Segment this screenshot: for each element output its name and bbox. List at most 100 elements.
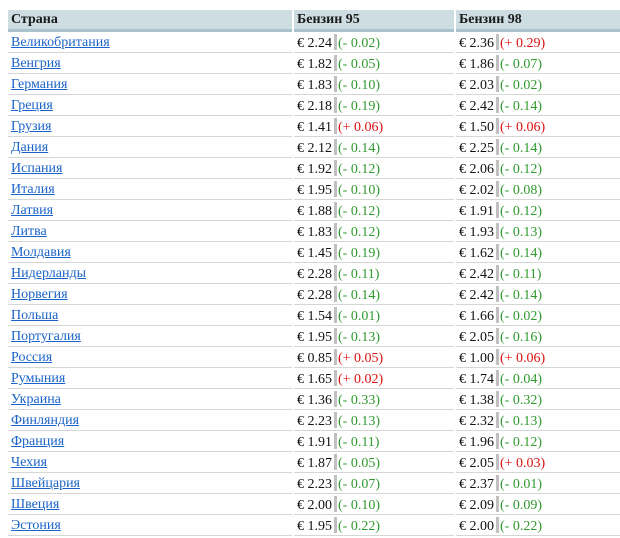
petrol-95-price: € 1.87 — [297, 456, 332, 471]
country-cell: Швейцария — [8, 475, 292, 494]
table-row: Румыния € 1.65 (+ 0.02) € 1.74 (- 0.04) — [8, 370, 620, 389]
country-link[interactable]: Чехия — [11, 455, 47, 470]
petrol-95-cell: € 2.18 (- 0.19) — [294, 97, 454, 116]
petrol-98-price: € 1.91 — [459, 204, 494, 219]
country-link[interactable]: Грузия — [11, 119, 52, 134]
country-link[interactable]: Нидерланды — [11, 266, 86, 281]
country-link[interactable]: Россия — [11, 350, 52, 365]
country-cell: Финляндия — [8, 412, 292, 431]
country-link[interactable]: Норвегия — [11, 287, 68, 302]
petrol-98-price: € 1.86 — [459, 57, 494, 72]
cell-divider — [496, 517, 499, 533]
petrol-95-cell: € 2.24 (- 0.02) — [294, 34, 454, 53]
cell-divider — [334, 517, 337, 533]
cell-divider — [334, 433, 337, 449]
country-link[interactable]: Литва — [11, 224, 47, 239]
petrol-98-cell: € 2.32 (- 0.13) — [456, 412, 620, 431]
table-row: Польша € 1.54 (- 0.01) € 1.66 (- 0.02) — [8, 307, 620, 326]
country-link[interactable]: Испания — [11, 161, 62, 176]
petrol-98-cell: € 1.91 (- 0.12) — [456, 202, 620, 221]
cell-divider — [496, 391, 499, 407]
cell-divider — [496, 433, 499, 449]
country-link[interactable]: Молдавия — [11, 245, 71, 260]
cell-divider — [334, 118, 337, 134]
petrol-95-cell: € 2.23 (- 0.13) — [294, 412, 454, 431]
country-link[interactable]: Швеция — [11, 497, 59, 512]
country-link[interactable]: Венгрия — [11, 56, 61, 71]
petrol-95-cell: € 2.23 (- 0.07) — [294, 475, 454, 494]
petrol-95-change: (- 0.12) — [338, 204, 380, 219]
petrol-98-change: (- 0.13) — [500, 225, 542, 240]
cell-divider — [334, 202, 337, 218]
country-link[interactable]: Польша — [11, 308, 58, 323]
country-link[interactable]: Германия — [11, 77, 67, 92]
petrol-98-change: (- 0.12) — [500, 204, 542, 219]
petrol-95-price: € 1.95 — [297, 183, 332, 198]
country-link[interactable]: Дания — [11, 140, 48, 155]
country-link[interactable]: Португалия — [11, 329, 81, 344]
table-header: Страна Бензин 95 Бензин 98 — [8, 10, 620, 32]
table-row: Эстония € 1.95 (- 0.22) € 2.00 (- 0.22) — [8, 517, 620, 536]
petrol-98-change: (- 0.08) — [500, 183, 542, 198]
petrol-98-cell: € 1.74 (- 0.04) — [456, 370, 620, 389]
petrol-95-change: (- 0.14) — [338, 288, 380, 303]
petrol-95-change: (- 0.11) — [338, 267, 380, 282]
country-cell: Дания — [8, 139, 292, 158]
petrol-95-change: (- 0.05) — [338, 456, 380, 471]
country-link[interactable]: Украина — [11, 392, 61, 407]
petrol-95-cell: € 2.28 (- 0.14) — [294, 286, 454, 305]
petrol-98-price: € 1.38 — [459, 393, 494, 408]
country-link[interactable]: Франция — [11, 434, 64, 449]
petrol-98-price: € 2.37 — [459, 477, 494, 492]
petrol-98-price: € 1.62 — [459, 246, 494, 261]
country-link[interactable]: Латвия — [11, 203, 53, 218]
petrol-98-cell: € 2.00 (- 0.22) — [456, 517, 620, 536]
petrol-95-price: € 1.54 — [297, 309, 332, 324]
petrol-98-change: (- 0.13) — [500, 414, 542, 429]
petrol-98-cell: € 1.38 (- 0.32) — [456, 391, 620, 410]
cell-divider — [334, 181, 337, 197]
petrol-98-cell: € 2.42 (- 0.14) — [456, 286, 620, 305]
country-link[interactable]: Италия — [11, 182, 55, 197]
cell-divider — [496, 328, 499, 344]
country-link[interactable]: Греция — [11, 98, 53, 113]
country-cell: Польша — [8, 307, 292, 326]
petrol-98-price: € 1.74 — [459, 372, 494, 387]
petrol-95-price: € 1.92 — [297, 162, 332, 177]
country-link[interactable]: Румыния — [11, 371, 65, 386]
cell-divider — [496, 244, 499, 260]
petrol-98-change: (- 0.01) — [500, 477, 542, 492]
petrol-98-price: € 2.36 — [459, 36, 494, 51]
petrol-95-cell: € 1.95 (- 0.10) — [294, 181, 454, 200]
petrol-95-price: € 2.28 — [297, 267, 332, 282]
petrol-95-price: € 1.82 — [297, 57, 332, 72]
petrol-98-cell: € 2.05 (- 0.16) — [456, 328, 620, 347]
petrol-95-change: (- 0.02) — [338, 36, 380, 51]
petrol-95-change: (- 0.05) — [338, 57, 380, 72]
petrol-95-change: (- 0.10) — [338, 78, 380, 93]
petrol-95-price: € 2.23 — [297, 414, 332, 429]
country-link[interactable]: Финляндия — [11, 413, 79, 428]
petrol-98-change: (- 0.22) — [500, 519, 542, 534]
cell-divider — [334, 97, 337, 113]
country-link[interactable]: Великобритания — [11, 35, 110, 50]
cell-divider — [334, 328, 337, 344]
petrol-98-change: (- 0.16) — [500, 330, 542, 345]
petrol-98-change: (- 0.02) — [500, 78, 542, 93]
petrol-95-price: € 2.28 — [297, 288, 332, 303]
cell-divider — [496, 55, 499, 71]
petrol-98-change: (- 0.11) — [500, 267, 542, 282]
petrol-98-change: (- 0.12) — [500, 435, 542, 450]
petrol-95-cell: € 1.41 (+ 0.06) — [294, 118, 454, 137]
petrol-95-cell: € 1.88 (- 0.12) — [294, 202, 454, 221]
table-row: Германия € 1.83 (- 0.10) € 2.03 (- 0.02) — [8, 76, 620, 95]
petrol-95-cell: € 2.12 (- 0.14) — [294, 139, 454, 158]
cell-divider — [496, 349, 499, 365]
cell-divider — [334, 370, 337, 386]
country-link[interactable]: Эстония — [11, 518, 61, 533]
petrol-98-change: (- 0.14) — [500, 288, 542, 303]
petrol-98-cell: € 1.96 (- 0.12) — [456, 433, 620, 452]
petrol-95-price: € 1.83 — [297, 78, 332, 93]
country-link[interactable]: Швейцария — [11, 476, 80, 491]
petrol-95-change: (- 0.07) — [338, 477, 380, 492]
